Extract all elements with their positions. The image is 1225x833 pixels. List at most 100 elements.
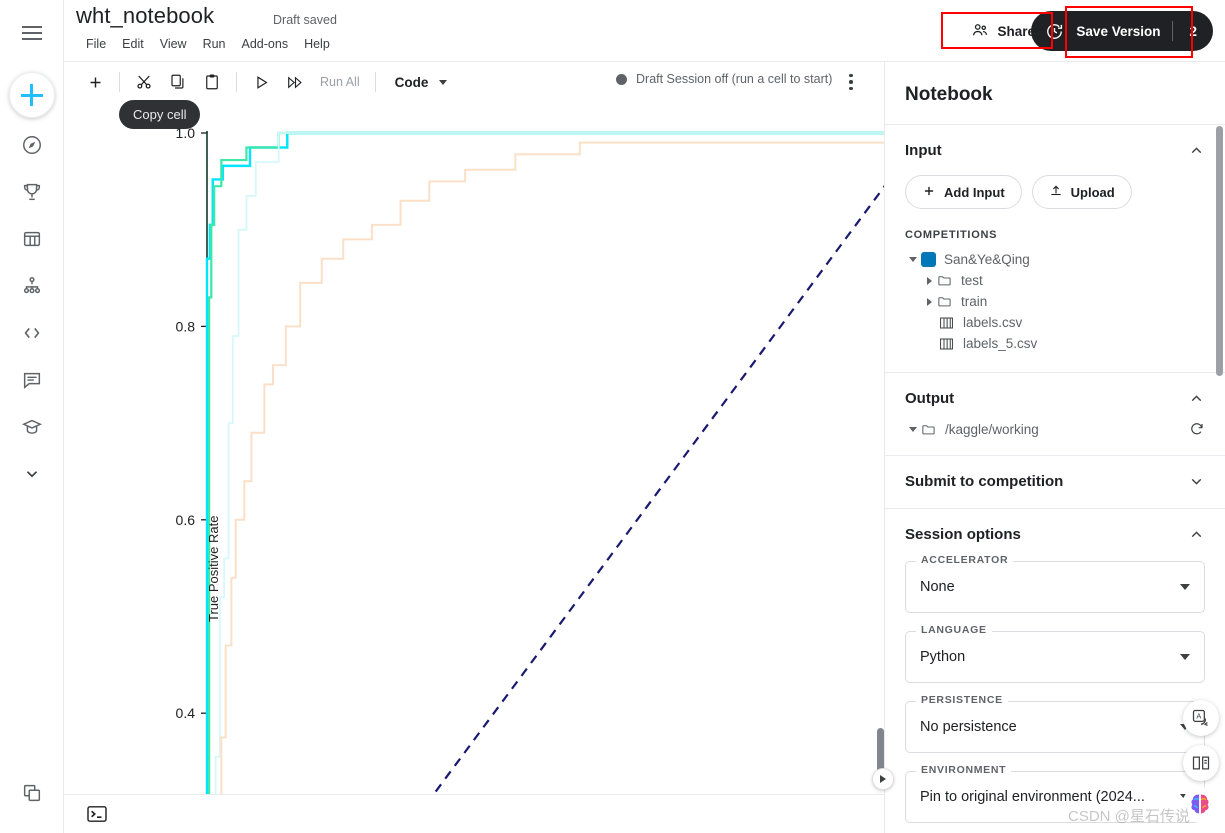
tree-item-folder-test[interactable]: test — [905, 270, 1205, 291]
competition-avatar — [921, 252, 936, 267]
sidebar-title: Notebook — [905, 84, 993, 105]
sidebar-item-learn[interactable] — [12, 407, 52, 447]
language-label: LANGUAGE — [916, 624, 992, 636]
output-section-title: Output — [905, 389, 955, 407]
add-input-button[interactable]: Add Input — [905, 175, 1022, 209]
menu-help[interactable]: Help — [296, 35, 338, 53]
cell-type-chevron-down-icon[interactable] — [439, 79, 448, 85]
environment-value: Pin to original environment (2024... — [920, 789, 1145, 805]
session-status: Draft Session off (run a cell to start) — [616, 72, 832, 86]
console-terminal-icon[interactable] — [84, 803, 110, 825]
series-roc-pale-cyan — [214, 132, 884, 794]
draft-status-label: Draft saved — [273, 13, 337, 27]
refresh-output-icon[interactable] — [1189, 421, 1205, 437]
tree-item-label: test — [961, 273, 983, 288]
language-field[interactable]: LANGUAGE Python — [905, 624, 1205, 683]
tree-item-competition[interactable]: San&Ye&Qing — [905, 249, 1205, 270]
sidebar-collapse-toggle[interactable] — [872, 768, 894, 790]
ai-assistant-brain-icon-button[interactable] — [1181, 786, 1219, 824]
copy-cell-tooltip: Copy cell — [119, 100, 201, 129]
notebook-settings-sidebar: Notebook Input Add Input Upload COMPETIT… — [884, 62, 1225, 833]
input-file-tree: San&Ye&Qing test train labels.csv labels… — [905, 249, 1205, 354]
create-new-button[interactable] — [8, 72, 55, 118]
menu-add-ons[interactable]: Add-ons — [234, 35, 297, 53]
output-path-row[interactable]: /kaggle/working — [905, 421, 1205, 437]
triangle-down-icon[interactable] — [905, 257, 921, 262]
sidebar-header: Notebook — [885, 62, 1225, 125]
menu-view[interactable]: View — [152, 35, 195, 53]
accelerator-field[interactable]: ACCELERATOR None — [905, 554, 1205, 613]
section-submit: Submit to competition — [885, 456, 1225, 509]
tree-item-file-labels-csv[interactable]: labels.csv — [905, 312, 1205, 333]
svg-text:0.8: 0.8 — [176, 318, 196, 334]
tree-item-folder-train[interactable]: train — [905, 291, 1205, 312]
save-version-label: Save Version — [1076, 23, 1161, 39]
chevron-down-icon[interactable] — [1180, 584, 1190, 590]
paste-cell-button[interactable] — [195, 67, 229, 97]
accelerator-label: ACCELERATOR — [916, 554, 1014, 566]
tree-item-label: San&Ye&Qing — [944, 252, 1030, 267]
sidebar-item-code[interactable] — [12, 313, 52, 353]
svg-text:0.6: 0.6 — [176, 512, 196, 528]
session-options-collapse-chevron-up-icon[interactable] — [1187, 525, 1205, 543]
sidebar-item-models[interactable] — [12, 266, 52, 306]
notebook-more-options-button[interactable] — [840, 70, 862, 94]
menu-file[interactable]: File — [78, 35, 114, 53]
share-label: Share — [997, 23, 1035, 39]
roc-curve-plot: 0.40.60.81.0 — [176, 125, 884, 794]
competitions-label: COMPETITIONS — [905, 229, 998, 241]
notebook-bottom-bar — [64, 794, 884, 833]
add-cell-button[interactable] — [78, 67, 112, 97]
submit-section-title: Submit to competition — [905, 472, 1064, 490]
output-collapse-chevron-up-icon[interactable] — [1187, 389, 1205, 407]
run-all-label[interactable]: Run All — [312, 75, 368, 89]
sidebar-scrollbar-thumb[interactable] — [1216, 126, 1223, 376]
triangle-right-icon[interactable] — [921, 297, 937, 306]
tree-item-label: labels.csv — [963, 315, 1023, 330]
cut-cell-button[interactable] — [127, 67, 161, 97]
sidebar-item-competitions[interactable] — [12, 172, 52, 212]
chevron-right-icon — [880, 775, 886, 783]
svg-text:0.4: 0.4 — [176, 705, 196, 721]
people-icon — [971, 21, 989, 42]
upload-label: Upload — [1070, 184, 1115, 200]
table-csv-icon — [939, 316, 955, 330]
accelerator-value: None — [920, 579, 955, 595]
submit-collapse-chevron-down-icon[interactable] — [1187, 472, 1205, 490]
copy-cell-button[interactable] — [161, 67, 195, 97]
persistence-field[interactable]: PERSISTENCE No persistence — [905, 694, 1205, 753]
menu-run[interactable]: Run — [195, 35, 234, 53]
copy-stack-icon[interactable] — [12, 773, 52, 813]
upload-icon — [1049, 184, 1063, 201]
notebook-title[interactable]: wht_notebook — [76, 3, 214, 29]
history-clock-icon — [1031, 22, 1070, 41]
version-count-badge: 2 — [1189, 23, 1197, 39]
environment-field[interactable]: ENVIRONMENT Pin to original environment … — [905, 764, 1205, 823]
save-version-button[interactable]: Save Version 2 — [1031, 11, 1213, 51]
upload-button[interactable]: Upload — [1031, 175, 1132, 209]
section-output: Output /kaggle/working — [885, 373, 1225, 456]
toolbar-divider-1 — [119, 72, 120, 92]
translate-icon-button[interactable]: A — [1183, 700, 1219, 736]
input-collapse-chevron-up-icon[interactable] — [1187, 141, 1205, 159]
run-all-icon-button[interactable] — [278, 67, 312, 97]
language-value: Python — [920, 649, 966, 665]
persistence-label: PERSISTENCE — [916, 694, 1008, 706]
run-cell-button[interactable] — [244, 67, 278, 97]
svg-text:A: A — [1196, 712, 1201, 721]
sidebar-item-home-compass[interactable] — [12, 125, 52, 165]
documentation-book-icon-button[interactable] — [1183, 745, 1219, 781]
plus-icon — [20, 84, 43, 106]
hamburger-menu-icon[interactable] — [15, 16, 49, 50]
chevron-down-icon[interactable] — [1180, 654, 1190, 660]
series-roc-peach — [220, 141, 884, 794]
tree-item-file-labels5-csv[interactable]: labels_5.csv — [905, 333, 1205, 354]
sidebar-item-discussions[interactable] — [12, 360, 52, 400]
sidebar-item-datasets[interactable] — [12, 219, 52, 259]
triangle-right-icon[interactable] — [921, 276, 937, 285]
triangle-down-icon[interactable] — [905, 426, 921, 432]
cell-type-label[interactable]: Code — [383, 75, 433, 90]
menu-edit[interactable]: Edit — [114, 35, 152, 53]
sidebar-expand-chevron-down-icon[interactable] — [12, 454, 52, 494]
environment-label: ENVIRONMENT — [916, 764, 1012, 776]
